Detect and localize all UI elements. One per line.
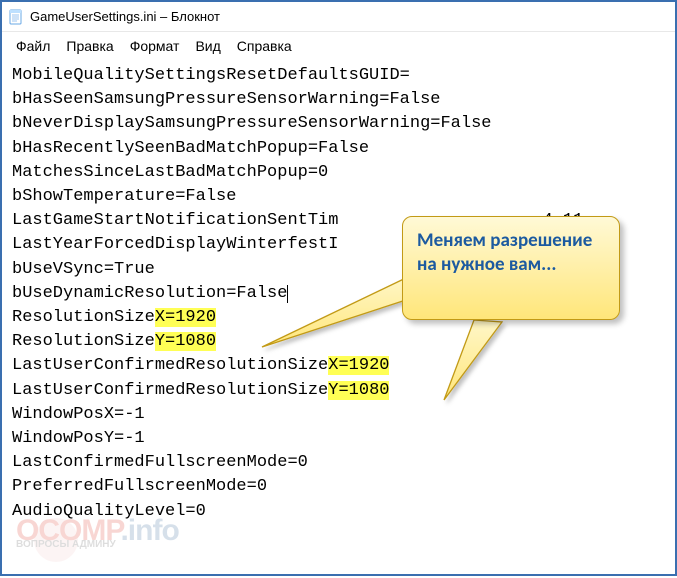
annotation-callout: Меняем разрешение на нужное вам... <box>402 216 620 320</box>
editor-line[interactable]: LastUserConfirmedResolutionSizeX=1920 <box>12 354 665 378</box>
watermark-sub: ВОПРОСЫ АДМИНУ <box>16 539 179 550</box>
menu-help[interactable]: Справка <box>231 36 298 56</box>
window-title: GameUserSettings.ini – Блокнот <box>30 9 220 24</box>
editor-line[interactable]: LastUserConfirmedResolutionSizeY=1080 <box>12 379 665 403</box>
text-caret <box>287 285 288 303</box>
editor-line[interactable]: MatchesSinceLastBadMatchPopup=0 <box>12 161 665 185</box>
editor-line[interactable]: LastConfirmedFullscreenMode=0 <box>12 451 665 475</box>
menubar: Файл Правка Формат Вид Справка <box>2 32 675 62</box>
editor-line[interactable]: bShowTemperature=False <box>12 185 665 209</box>
menu-file[interactable]: Файл <box>10 36 56 56</box>
editor-line[interactable]: MobileQualitySettingsResetDefaultsGUID= <box>12 64 665 88</box>
highlighted-text: X=1920 <box>155 308 216 327</box>
editor-line[interactable]: AudioQualityLevel=0 <box>12 500 665 524</box>
notepad-icon <box>8 9 24 25</box>
editor-line[interactable]: bHasRecentlySeenBadMatchPopup=False <box>12 137 665 161</box>
editor-line[interactable]: WindowPosX=-1 <box>12 403 665 427</box>
editor-line[interactable]: ResolutionSizeY=1080 <box>12 330 665 354</box>
editor-line[interactable]: PreferredFullscreenMode=0 <box>12 475 665 499</box>
editor-line[interactable]: bHasSeenSamsungPressureSensorWarning=Fal… <box>12 88 665 112</box>
highlighted-text: Y=1080 <box>328 381 389 400</box>
highlighted-text: X=1920 <box>328 356 389 375</box>
editor-line[interactable]: WindowPosY=-1 <box>12 427 665 451</box>
callout-text: Меняем разрешение на нужное вам... <box>417 229 592 276</box>
menu-edit[interactable]: Правка <box>60 36 119 56</box>
editor-line[interactable]: bNeverDisplaySamsungPressureSensorWarnin… <box>12 112 665 136</box>
highlighted-text: Y=1080 <box>155 332 216 351</box>
menu-view[interactable]: Вид <box>189 36 226 56</box>
titlebar: GameUserSettings.ini – Блокнот <box>2 2 675 32</box>
menu-format[interactable]: Формат <box>124 36 186 56</box>
